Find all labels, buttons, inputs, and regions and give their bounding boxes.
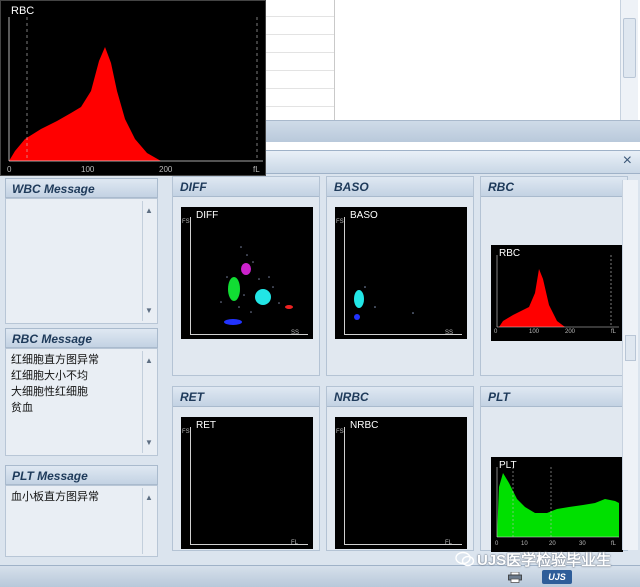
- rbc-histogram-area: [499, 269, 565, 327]
- wbc-message-title: WBC Message: [5, 178, 158, 198]
- plt-histogram-svg: [496, 467, 619, 538]
- wbc-message-list: ▲ ▼: [5, 198, 158, 324]
- rbc-message-line: 红细胞直方图异常: [11, 354, 99, 366]
- watermark: UJS医学检验毕业生: [455, 549, 611, 571]
- rbc-x-axis-label: fL: [611, 329, 617, 335]
- baso-scatter-dots: [364, 286, 414, 314]
- ret-scattergram[interactable]: RET FS FL: [181, 417, 313, 549]
- wechat-icon: [455, 551, 475, 567]
- plt-x-axis-label: fL: [611, 541, 617, 547]
- diff-clusters: [220, 246, 293, 325]
- ret-card[interactable]: RET RET FS FL: [172, 386, 320, 551]
- background-divider: [334, 0, 335, 120]
- plt-message-title: PLT Message: [5, 465, 158, 485]
- nrbc-card[interactable]: NRBC NRBC FS FL: [326, 386, 474, 551]
- plt-card[interactable]: PLT PLT 0 10 20 30 fL: [480, 386, 628, 552]
- rbc-message-list: 红细胞直方图异常 红细胞大小不均 大细胞性红细胞 贫血 ▲ ▼: [5, 348, 158, 456]
- nrbc-scattergram[interactable]: NRBC FS FL: [335, 417, 467, 549]
- rbc-zoom-tick-label: 100: [81, 165, 95, 174]
- plt-message-scrollbar[interactable]: ▲: [142, 488, 155, 554]
- diff-cluster-green: [228, 277, 240, 301]
- wbc-message-scrollbar[interactable]: ▲ ▼: [142, 201, 155, 321]
- nrbc-axes: [344, 427, 462, 545]
- nrbc-card-title: NRBC: [327, 387, 473, 407]
- ret-y-axis-label: FS: [182, 429, 190, 435]
- brand-badge: UJS: [542, 570, 572, 584]
- diff-cluster-blue: [224, 319, 242, 325]
- rbc-histogram-svg: [496, 255, 619, 328]
- plt-tick-label: 30: [579, 541, 586, 547]
- diff-cluster-cyan: [255, 289, 271, 305]
- rbc-message-scrollbar[interactable]: ▲ ▼: [142, 351, 155, 453]
- ret-axes: [190, 427, 308, 545]
- plt-histogram-area: [497, 473, 619, 537]
- ret-x-axis-label: FL: [291, 540, 299, 546]
- rbc-message-title: RBC Message: [5, 328, 158, 348]
- rbc-zoom-tick-label: 200: [159, 165, 173, 174]
- ret-card-title: RET: [173, 387, 319, 407]
- rbc-zoom-x-axis-label: fL: [253, 165, 260, 174]
- baso-cluster-blue: [354, 314, 360, 320]
- rbc-message-line: 大细胞性红细胞: [11, 386, 88, 398]
- plt-message-line: 血小板直方图异常: [11, 491, 99, 503]
- diff-scattergram[interactable]: DIFF FS SS: [181, 207, 313, 339]
- wbc-message-panel: WBC Message ▲ ▼: [5, 178, 158, 324]
- diff-cluster-magenta: [241, 263, 251, 275]
- watermark-text: UJS医学检验毕业生: [477, 552, 612, 569]
- plt-message-panel: PLT Message 血小板直方图异常 ▲: [5, 465, 158, 557]
- rbc-zoom-histogram-area: [9, 47, 161, 161]
- baso-card-title: BASO: [327, 177, 473, 197]
- baso-cluster-cyan: [354, 290, 364, 308]
- diff-card[interactable]: DIFF DIFF FS SS: [172, 176, 320, 376]
- rbc-message-line: 贫血: [11, 402, 33, 414]
- baso-scattergram[interactable]: BASO FS SS: [335, 207, 467, 339]
- diff-cluster-red: [285, 305, 293, 309]
- diff-scatter-dots: [220, 246, 280, 313]
- rbc-message-line: 红细胞大小不均: [11, 370, 88, 382]
- rbc-tick-label: 0: [494, 329, 498, 335]
- rbc-tick-label: 200: [565, 329, 576, 335]
- rbc-histogram[interactable]: RBC 0 100 200 fL: [491, 245, 623, 341]
- rbc-zoom-tick-label: 0: [7, 165, 12, 174]
- plt-tick-label: 0: [495, 541, 499, 547]
- close-icon[interactable]: ×: [623, 152, 632, 170]
- rbc-zoom-svg: [8, 17, 263, 162]
- rbc-tick-label: 100: [529, 329, 540, 335]
- nrbc-x-axis-label: FL: [445, 540, 453, 546]
- plt-card-title: PLT: [481, 387, 627, 407]
- rbc-message-panel: RBC Message 红细胞直方图异常 红细胞大小不均 大细胞性红细胞 贫血 …: [5, 328, 158, 456]
- rbc-card-title: RBC: [481, 177, 627, 197]
- plt-tick-label: 20: [549, 541, 556, 547]
- plt-message-list: 血小板直方图异常 ▲: [5, 485, 158, 557]
- baso-clusters: [354, 286, 414, 320]
- plots-scrollbar[interactable]: [622, 180, 638, 550]
- printer-icon[interactable]: [508, 572, 522, 583]
- background-scrollbar[interactable]: [620, 0, 638, 120]
- rbc-zoom-histogram[interactable]: RBC 0 100 200 fL: [0, 0, 266, 176]
- plt-histogram[interactable]: PLT 0 10 20 30 fL: [491, 457, 623, 552]
- rbc-card[interactable]: RBC RBC 0 100 200 fL: [480, 176, 628, 376]
- baso-card[interactable]: BASO BASO FS SS: [326, 176, 474, 376]
- nrbc-y-axis-label: FS: [336, 429, 344, 435]
- diff-card-title: DIFF: [173, 177, 319, 197]
- plt-tick-label: 10: [521, 541, 528, 547]
